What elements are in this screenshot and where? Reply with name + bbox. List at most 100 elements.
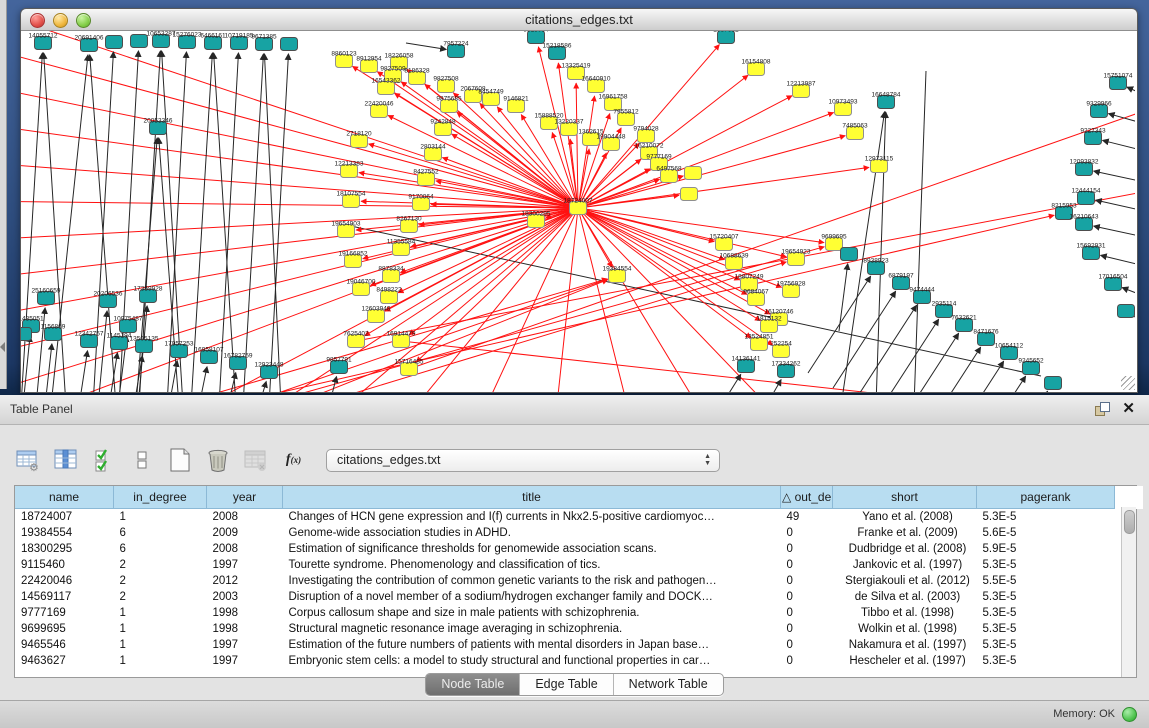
network-canvas[interactable]: 1872400718300295886012389129541822605898… — [21, 31, 1137, 392]
select-rows-check-icon[interactable] — [90, 447, 117, 474]
graph-edge[interactable] — [398, 208, 578, 293]
graph-node[interactable]: 8186328 — [404, 68, 430, 85]
graph-node[interactable]: 14136141 — [732, 356, 761, 373]
graph-edge[interactable] — [169, 361, 177, 392]
graph-edge[interactable] — [1127, 87, 1135, 97]
table-cell[interactable]: 2008 — [207, 509, 283, 526]
graph-node[interactable]: 6497568 — [656, 166, 682, 183]
graph-edge[interactable] — [578, 208, 725, 260]
column-header-name[interactable]: name — [15, 486, 114, 509]
row-height-icon[interactable] — [128, 447, 155, 474]
graph-node[interactable]: 12213987 — [787, 81, 816, 98]
table-cell[interactable]: 5.3E-5 — [977, 637, 1115, 653]
column-header-short[interactable]: short — [833, 486, 977, 509]
table-row[interactable]: 946362711997Embryonic stem cells: a mode… — [15, 653, 1143, 669]
table-cell[interactable]: Jankovic et al. (1997) — [833, 557, 977, 573]
graph-node[interactable]: 9242848 — [430, 119, 456, 136]
table-cell[interactable]: 1 — [114, 637, 207, 653]
graph-node[interactable]: 17359928 — [134, 286, 163, 303]
graph-node[interactable]: 2803144 — [420, 144, 446, 161]
graph-node[interactable]: 2087682 — [713, 31, 739, 44]
graph-edge[interactable] — [369, 144, 578, 208]
table-cell[interactable]: Nakamura et al. (1997) — [833, 637, 977, 653]
graph-node[interactable]: 10975487 — [114, 316, 143, 333]
graph-edge[interactable] — [409, 208, 578, 335]
table-row[interactable]: 1456911722003Disruption of a novel membe… — [15, 589, 1143, 605]
graph-node[interactable]: 16154808 — [742, 59, 771, 76]
graph-edge[interactable] — [808, 276, 871, 373]
float-panel-icon[interactable] — [1095, 402, 1109, 416]
table-cell[interactable]: Dudbridge et al. (2008) — [833, 541, 977, 557]
graph-edge[interactable] — [578, 112, 834, 208]
graph-node[interactable]: 9671385 — [251, 34, 277, 51]
table-cell[interactable]: 2 — [114, 573, 207, 589]
graph-node[interactable] — [685, 167, 702, 180]
table-cell[interactable]: 18300295 — [15, 541, 114, 557]
graph-node[interactable]: 9857791 — [326, 357, 352, 374]
memory-ok-indicator[interactable] — [1122, 707, 1137, 722]
graph-node[interactable]: 19756928 — [777, 281, 806, 298]
table-scrollbar-thumb[interactable] — [1124, 510, 1135, 534]
table-cell[interactable]: Hescheler et al. (1997) — [833, 653, 977, 669]
table-row[interactable]: 969969511998Structural magnetic resonanc… — [15, 621, 1143, 637]
table-cell[interactable]: Changes of HCN gene expression and I(f) … — [283, 509, 781, 526]
graph-node[interactable]: 12342757 — [75, 331, 104, 348]
graph-node[interactable] — [841, 248, 858, 261]
graph-edge[interactable] — [44, 53, 66, 392]
table-cell[interactable]: 2012 — [207, 573, 283, 589]
table-cell[interactable]: Structural magnetic resonance image aver… — [283, 621, 781, 637]
graph-edge[interactable] — [578, 208, 786, 257]
graph-edge[interactable] — [452, 134, 578, 208]
graph-node[interactable]: 15276023 — [173, 32, 202, 49]
table-cell[interactable]: 0 — [781, 605, 833, 621]
graph-edge[interactable] — [1094, 226, 1135, 238]
tab-network-table[interactable]: Network Table — [614, 674, 723, 695]
graph-edge[interactable] — [914, 71, 926, 392]
table-cell[interactable]: Corpus callosum shape and size in male p… — [283, 605, 781, 621]
table-cell[interactable]: 0 — [781, 589, 833, 605]
table-scrollbar[interactable] — [1121, 507, 1136, 677]
table-cell[interactable]: 5.9E-5 — [977, 541, 1115, 557]
table-cell[interactable]: 0 — [781, 573, 833, 589]
table-cell[interactable]: 2008 — [207, 541, 283, 557]
close-panel-icon[interactable]: ✕ — [1122, 399, 1135, 417]
graph-edge[interactable] — [1122, 288, 1135, 298]
graph-edge[interactable] — [985, 391, 1048, 392]
table-cell[interactable]: Tourette syndrome. Phenomenology and cla… — [283, 557, 781, 573]
table-cell[interactable]: 9465546 — [15, 637, 114, 653]
graph-node[interactable]: 252254 — [770, 341, 792, 358]
table-cell[interactable]: 1998 — [207, 605, 283, 621]
graph-edge[interactable] — [219, 53, 238, 392]
left-splitter[interactable] — [0, 0, 7, 389]
table-row[interactable]: 2242004622012Investigating the contribut… — [15, 573, 1143, 589]
graph-edge[interactable] — [578, 208, 824, 243]
graph-node[interactable]: 16543362 — [372, 78, 401, 95]
splitter-collapse-arrow-icon[interactable] — [0, 342, 5, 352]
graph-node[interactable]: 9146821 — [503, 96, 529, 113]
graph-node[interactable]: 22420046 — [365, 101, 394, 118]
column-header-pagerank[interactable]: pagerank — [977, 486, 1115, 509]
graph-node[interactable]: 7955812 — [613, 109, 639, 126]
table-cell[interactable]: Estimation of significance thresholds fo… — [283, 541, 781, 557]
graph-node[interactable]: 9329966 — [1086, 101, 1112, 118]
graph-edge[interactable] — [1101, 255, 1135, 267]
table-cell[interactable]: 22420046 — [15, 573, 114, 589]
graph-node[interactable] — [131, 35, 148, 48]
graph-node[interactable]: 20691406 — [75, 35, 104, 52]
table-cell[interactable]: 9699695 — [15, 621, 114, 637]
table-row[interactable]: 1830029562008Estimation of significance … — [15, 541, 1143, 557]
table-cell[interactable]: 0 — [781, 541, 833, 557]
graph-node[interactable]: 9245652 — [1018, 358, 1044, 375]
graph-node[interactable]: 16914479 — [387, 331, 416, 348]
graph-node[interactable]: 8860123 — [331, 51, 357, 68]
graph-node[interactable]: 7957224 — [443, 41, 469, 58]
table-row[interactable]: 1872400712008Changes of HCN gene express… — [15, 509, 1143, 526]
table-cell[interactable]: 1 — [114, 605, 207, 621]
graph-node[interactable]: 17334262 — [772, 361, 801, 378]
graph-edge[interactable] — [21, 208, 578, 281]
table-cell[interactable]: de Silva et al. (2003) — [833, 589, 977, 605]
graph-node[interactable]: 16648784 — [872, 92, 901, 109]
table-cell[interactable]: 0 — [781, 621, 833, 637]
graph-node[interactable]: 9875685 — [436, 96, 462, 113]
graph-edge[interactable] — [918, 347, 981, 392]
